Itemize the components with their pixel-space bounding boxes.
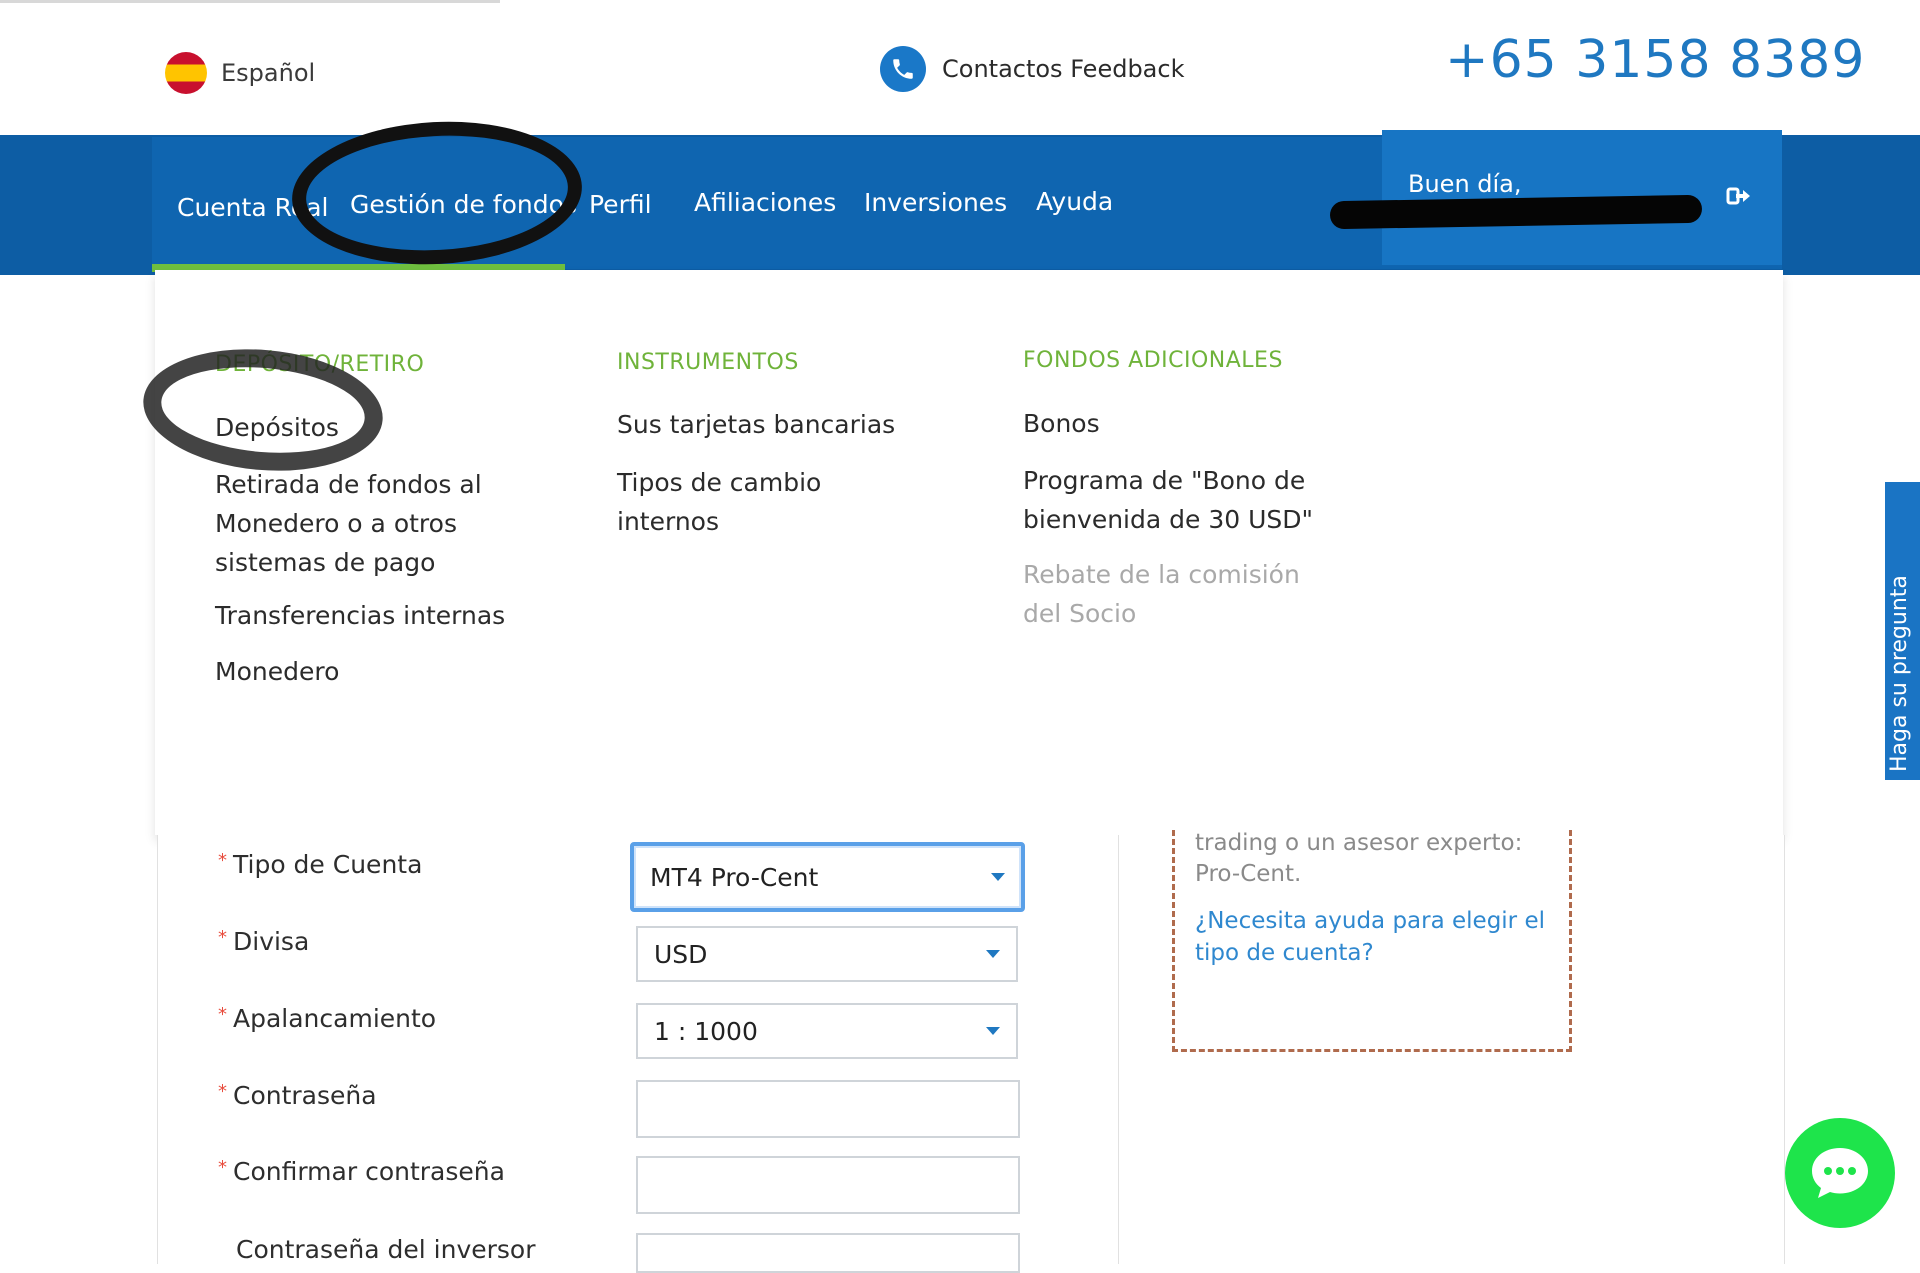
nav-item-afiliaciones[interactable]: Afiliaciones	[694, 188, 836, 217]
instruments-heading: INSTRUMENTOS	[617, 350, 799, 375]
language-selector[interactable]: Español	[165, 52, 315, 94]
leverage-value: 1 : 1000	[654, 1016, 758, 1046]
nav-item-perfil[interactable]: Perfil	[589, 190, 652, 219]
menu-item-bono-bienvenida[interactable]: Programa de "Bono de bienvenida de 30 US…	[1023, 461, 1323, 539]
additional-funds-heading: FONDOS ADICIONALES	[1023, 348, 1283, 373]
investor-password-label: Contraseña del inversor	[236, 1235, 536, 1264]
password-input[interactable]	[636, 1080, 1020, 1138]
phone-number[interactable]: +65 3158 8389	[1445, 30, 1865, 90]
account-help-link[interactable]: ¿Necesita ayuda para elegir el tipo de c…	[1195, 905, 1555, 969]
top-divider	[0, 0, 500, 3]
menu-item-transferencias-internas[interactable]: Transferencias internas	[215, 596, 505, 635]
account-type-select[interactable]: MT4 Pro-Cent	[630, 842, 1025, 912]
currency-select[interactable]: USD	[636, 926, 1018, 982]
account-help-text: trading o un asesor experto: Pro-Cent.	[1195, 830, 1523, 887]
menu-item-bonos[interactable]: Bonos	[1023, 404, 1100, 443]
account-type-label: * Tipo de Cuenta	[218, 850, 423, 879]
currency-label: * Divisa	[218, 927, 310, 956]
greeting-label: Buen día,	[1408, 170, 1522, 198]
currency-value: USD	[654, 939, 708, 969]
leverage-label: * Apalancamiento	[218, 1004, 437, 1033]
menu-item-tipos-de-cambio[interactable]: Tipos de cambio internos	[617, 463, 837, 541]
phone-icon	[880, 46, 926, 92]
nav-item-inversiones[interactable]: Inversiones	[864, 188, 1007, 217]
password-label: * Contraseña	[218, 1081, 377, 1110]
chat-button[interactable]	[1785, 1118, 1895, 1228]
logout-icon[interactable]	[1726, 184, 1756, 208]
investor-password-input[interactable]	[636, 1233, 1020, 1273]
ask-question-side-tab[interactable]: Haga su pregunta	[1885, 482, 1920, 780]
account-type-value: MT4 Pro-Cent	[650, 862, 819, 892]
chevron-down-icon	[991, 873, 1005, 881]
chat-bubble-icon	[1812, 1148, 1868, 1198]
contacts-feedback-link[interactable]: Contactos Feedback	[880, 46, 1184, 92]
chevron-down-icon	[986, 1027, 1000, 1035]
contacts-feedback-label: Contactos Feedback	[942, 55, 1185, 83]
confirm-password-input[interactable]	[636, 1156, 1020, 1214]
spain-flag-icon	[165, 52, 207, 94]
menu-item-rebate-comision: Rebate de la comisión del Socio	[1023, 560, 1300, 628]
menu-item-tarjetas-bancarias[interactable]: Sus tarjetas bancarias	[617, 405, 895, 444]
side-tab-label: Haga su pregunta	[1887, 575, 1912, 772]
confirm-password-label: * Confirmar contraseña	[218, 1157, 505, 1186]
funds-dropdown-menu: DEPÓSITO/RETIRO Depósitos Retirada de fo…	[155, 270, 1783, 835]
chevron-down-icon	[986, 950, 1000, 958]
menu-item-monedero[interactable]: Monedero	[215, 652, 339, 691]
language-label: Español	[221, 59, 316, 87]
menu-item-retirada-de-fondos[interactable]: Retirada de fondos al Monedero o a otros…	[215, 465, 495, 582]
leverage-select[interactable]: 1 : 1000	[636, 1003, 1018, 1059]
nav-item-ayuda[interactable]: Ayuda	[1036, 187, 1113, 216]
form-column-divider	[1118, 835, 1119, 1264]
